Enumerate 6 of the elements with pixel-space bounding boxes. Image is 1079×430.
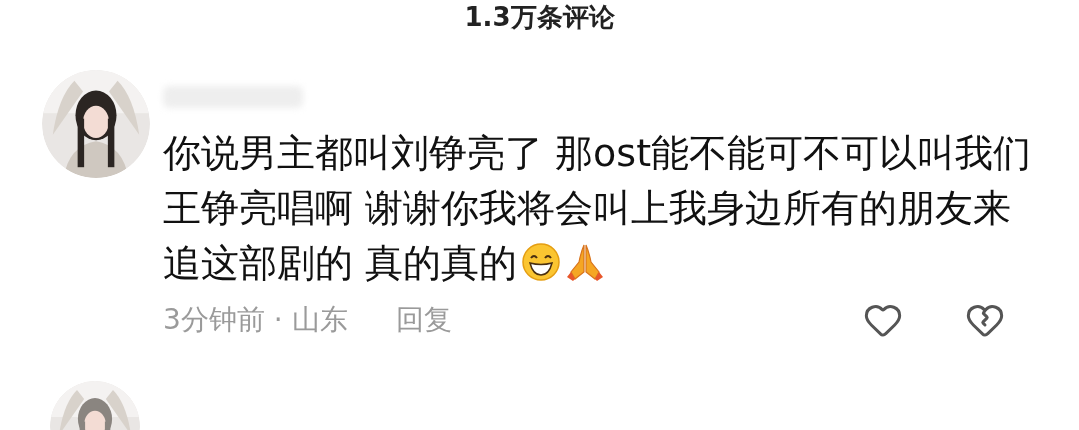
comment-time-location: 3分钟前 · 山东 [163, 302, 348, 338]
reply-link[interactable]: 回复 [395, 299, 452, 341]
comment-count-title: 1.3万条评论 [464, 2, 615, 32]
comment-text: 你说男主都叫刘铮亮了 那ost能不能可不可以叫我们王铮亮唱啊 谢谢你我将会叫上我身边所有的朋友来追这部剧的 真的真的 [163, 130, 1033, 287]
folded-hands-icon [565, 242, 606, 282]
grinning-face-icon [521, 242, 562, 282]
